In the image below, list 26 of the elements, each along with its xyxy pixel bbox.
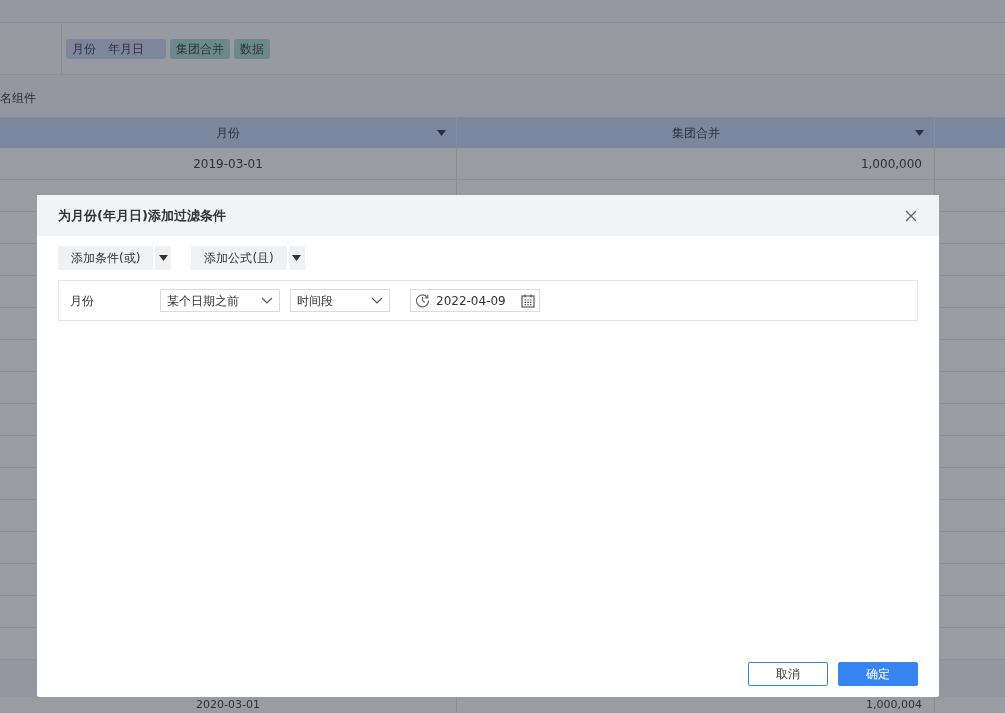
table-cell-text: 2019-03-01 xyxy=(193,155,263,173)
confirm-button[interactable]: 确定 xyxy=(838,662,918,686)
chevron-down-icon xyxy=(261,296,273,305)
add-button[interactable]: 添加公式(且) xyxy=(191,246,287,270)
table-cell: 1,000,004 xyxy=(866,698,922,712)
field-chip[interactable]: 数据 xyxy=(234,38,270,59)
dropdown-caret-icon[interactable] xyxy=(155,246,172,270)
table-cell: 2020-03-01 xyxy=(196,698,260,712)
operator-select[interactable]: 某个日期之前 xyxy=(160,289,280,312)
date-field[interactable]: 2022-04-09 xyxy=(410,289,540,312)
component-name: 名组件 xyxy=(0,90,36,107)
calendar-icon[interactable] xyxy=(521,293,535,308)
field-chip[interactable]: 集团合并 xyxy=(170,38,230,59)
close-button[interactable] xyxy=(904,208,918,223)
clock-icon xyxy=(415,293,430,308)
sort-caret-icon[interactable] xyxy=(915,129,924,136)
dialog-title: 为月份(年月日)添加过滤条件 xyxy=(58,206,226,225)
cancel-button[interactable]: 取消 xyxy=(748,662,828,686)
dropdown-caret-icon[interactable] xyxy=(288,246,305,270)
table-cell-text: 1,000,000 xyxy=(860,155,922,173)
add-button[interactable]: 添加条件(或) xyxy=(58,246,154,270)
field-chip[interactable]: 月份 年月日 xyxy=(66,38,166,59)
field-label: 月份 xyxy=(70,292,95,310)
chevron-down-icon xyxy=(371,296,383,305)
sort-caret-icon[interactable] xyxy=(437,129,446,136)
mode-select[interactable]: 时间段 xyxy=(290,289,390,312)
